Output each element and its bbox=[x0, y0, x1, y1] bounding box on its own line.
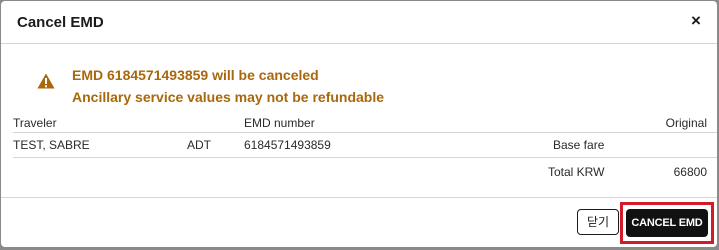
cancel-emd-button[interactable]: CANCEL EMD bbox=[626, 209, 708, 237]
table-header-divider bbox=[13, 132, 717, 133]
table-row-divider bbox=[13, 157, 717, 158]
total-label: Total KRW bbox=[548, 165, 605, 179]
dialog-title: Cancel EMD bbox=[17, 14, 104, 31]
close-button[interactable]: 닫기 bbox=[577, 209, 619, 235]
warning-triangle-icon bbox=[37, 73, 55, 89]
warning-message-line2: Ancillary service values may not be refu… bbox=[72, 89, 385, 105]
total-value: 66800 bbox=[673, 165, 707, 179]
footer-divider bbox=[1, 197, 717, 198]
column-header-emd-number: EMD number bbox=[244, 116, 315, 130]
cancel-emd-dialog: Cancel EMD × EMD 6184571493859 will be c… bbox=[1, 1, 717, 247]
column-header-original: Original bbox=[665, 116, 707, 130]
warning-message-line1: EMD 6184571493859 will be canceled bbox=[72, 67, 319, 83]
base-fare-label: Base fare bbox=[553, 138, 605, 152]
passenger-type: ADT bbox=[187, 138, 211, 152]
close-icon[interactable]: × bbox=[685, 10, 707, 32]
traveler-name: TEST, SABRE bbox=[13, 138, 90, 152]
dialog-header: Cancel EMD × bbox=[1, 1, 717, 44]
emd-number-value: 6184571493859 bbox=[244, 138, 331, 152]
column-header-traveler: Traveler bbox=[13, 116, 57, 130]
